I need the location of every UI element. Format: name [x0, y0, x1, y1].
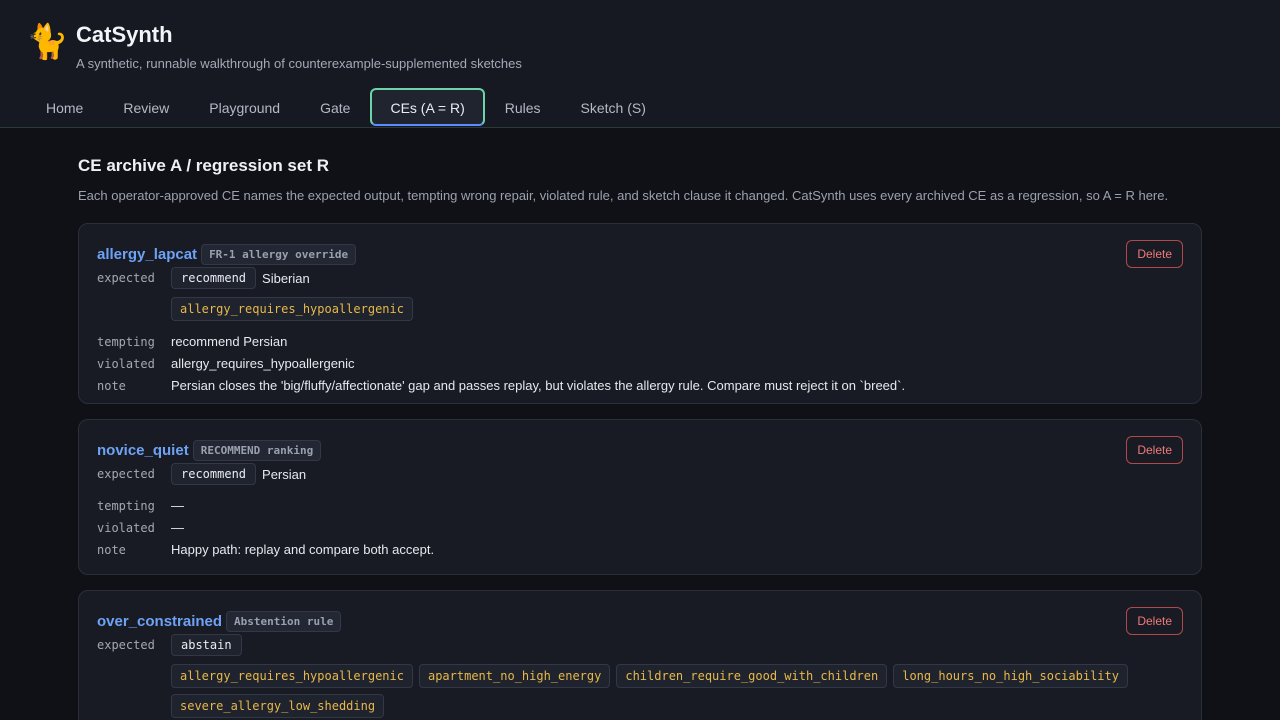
- field-label: note: [97, 543, 126, 557]
- delete-button[interactable]: Delete: [1126, 436, 1183, 464]
- rule-chip: allergy_requires_hypoallergenic: [171, 297, 413, 321]
- tab-bar: Home Review Playground Gate CEs (A = R) …: [26, 88, 666, 128]
- tempting-value: —: [171, 498, 184, 513]
- field-label: expected: [97, 467, 155, 481]
- page-description: Each operator-approved CE names the expe…: [78, 188, 1169, 203]
- field-label: note: [97, 379, 126, 393]
- rule-chip: severe_allergy_low_shedding: [171, 694, 385, 718]
- field-label: violated: [97, 357, 155, 371]
- ce-name-link[interactable]: novice_quiet: [97, 442, 189, 459]
- rule-chip-list: allergy_requires_hypoallergenic: [171, 297, 1131, 321]
- field-label: tempting: [97, 335, 155, 349]
- tempting-value: recommend Persian: [171, 334, 288, 349]
- app-subtitle: A synthetic, runnable walkthrough of cou…: [76, 56, 522, 71]
- violated-value: —: [171, 520, 184, 535]
- ce-card: allergy_lapcat FR-1 allergy override Del…: [78, 223, 1202, 404]
- expected-verb-chip: abstain: [171, 634, 242, 656]
- tab-rules[interactable]: Rules: [485, 88, 561, 126]
- ce-card: over_constrained Abstention rule Delete …: [78, 590, 1202, 720]
- cat-logo-icon: 🐈: [26, 23, 69, 61]
- field-label: expected: [97, 271, 155, 285]
- tab-home[interactable]: Home: [26, 88, 103, 126]
- main-content: CE archive A / regression set R Each ope…: [0, 156, 1280, 720]
- rule-chip: allergy_requires_hypoallergenic: [171, 664, 413, 688]
- tab-ces[interactable]: CEs (A = R): [370, 88, 485, 126]
- app-title: CatSynth: [76, 22, 173, 47]
- field-label: tempting: [97, 499, 155, 513]
- violated-value: allergy_requires_hypoallergenic: [171, 356, 355, 371]
- ce-kind-badge: RECOMMEND ranking: [192, 440, 322, 461]
- ce-kind-badge: Abstention rule: [226, 611, 342, 632]
- tab-review[interactable]: Review: [103, 88, 189, 126]
- expected-value: Siberian: [262, 270, 310, 286]
- tab-sketch[interactable]: Sketch (S): [561, 88, 666, 126]
- rule-chip: children_require_good_with_children: [616, 664, 888, 688]
- ce-card: novice_quiet RECOMMEND ranking Delete ex…: [78, 419, 1202, 575]
- tab-gate[interactable]: Gate: [300, 88, 370, 126]
- field-label: violated: [97, 521, 155, 535]
- delete-button[interactable]: Delete: [1126, 607, 1183, 635]
- rule-chip: long_hours_no_high_sociability: [893, 664, 1128, 688]
- rule-chip: apartment_no_high_energy: [418, 664, 611, 688]
- rule-chip-list: allergy_requires_hypoallergenic apartmen…: [171, 664, 1131, 718]
- expected-verb-chip: recommend: [171, 267, 257, 289]
- delete-button[interactable]: Delete: [1126, 240, 1183, 268]
- ce-name-link[interactable]: allergy_lapcat: [97, 246, 197, 263]
- brand: 🐈 CatSynth A synthetic, runnable walkthr…: [26, 22, 522, 71]
- note-value: Happy path: replay and compare both acce…: [171, 542, 435, 557]
- page-title: CE archive A / regression set R: [78, 156, 330, 175]
- expected-verb-chip: recommend: [171, 463, 257, 485]
- ce-name-link[interactable]: over_constrained: [97, 613, 222, 630]
- ce-kind-badge: FR-1 allergy override: [201, 244, 357, 265]
- tab-playground[interactable]: Playground: [189, 88, 300, 126]
- field-label: expected: [97, 638, 155, 652]
- expected-value: Persian: [262, 466, 307, 482]
- note-value: Persian closes the 'big/fluffy/affection…: [171, 378, 906, 393]
- app-header: 🐈 CatSynth A synthetic, runnable walkthr…: [0, 0, 1280, 128]
